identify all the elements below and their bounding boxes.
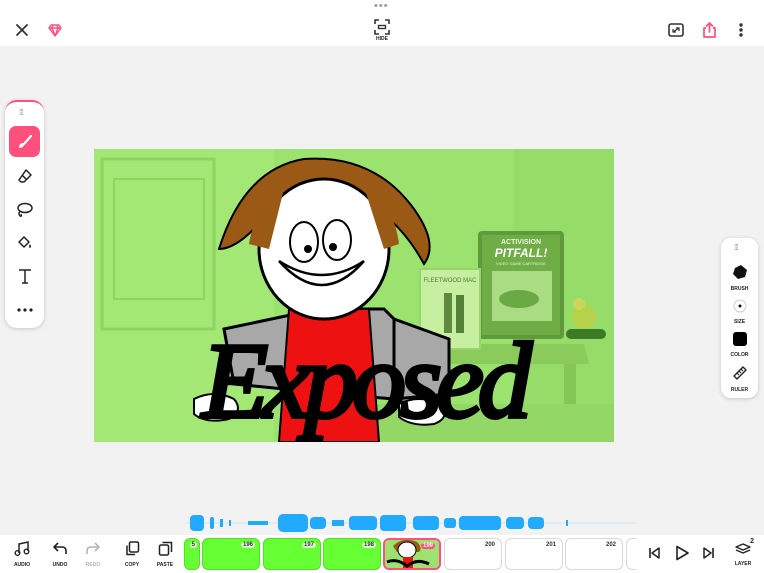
frame-number: 199: [420, 543, 435, 549]
size-label: SIZE: [733, 319, 746, 325]
ruler-button[interactable]: RULER: [721, 365, 758, 393]
exposed-caption: Exposed: [200, 322, 533, 441]
undo-label: UNDO: [52, 562, 68, 568]
share-icon[interactable]: [699, 20, 719, 40]
size-icon: [733, 299, 746, 313]
layers-icon: [735, 543, 751, 554]
record-title: FLEETWOOD MAC: [423, 278, 477, 284]
copy-button[interactable]: COPY: [115, 541, 149, 568]
audio-waveform[interactable]: [186, 513, 636, 533]
size-button[interactable]: SIZE: [721, 299, 758, 325]
resize-icon[interactable]: [666, 21, 686, 39]
close-icon[interactable]: [12, 20, 32, 40]
text-tool[interactable]: [9, 260, 40, 291]
panel-grip-icon[interactable]: ⁞⁞⁞: [734, 243, 739, 252]
poster-brand: ACTIVISION: [501, 239, 541, 246]
brush-panel: ⁞⁞⁞ BRUSH SIZE COLOR RULER: [721, 238, 758, 398]
eraser-tool[interactable]: [9, 160, 40, 191]
play-icon[interactable]: [672, 543, 692, 563]
copy-icon: [125, 541, 139, 556]
paste-label: PASTE: [156, 562, 174, 568]
brush-icon: [18, 134, 32, 148]
eraser-icon: [17, 168, 32, 183]
timeline-frame[interactable]: 197: [263, 538, 321, 570]
timeline-frame[interactable]: 198: [323, 538, 381, 570]
brush-label: BRUSH: [730, 286, 749, 292]
audio-label: AUDIO: [13, 562, 31, 568]
artwork-image: ACTIVISION PITFALL! VIDEO GAME CARTRIDGE…: [94, 149, 614, 442]
timeline-frame[interactable]: 200: [444, 538, 502, 570]
redo-label: REDO: [85, 562, 101, 568]
more-tools-button[interactable]: [9, 294, 40, 325]
hide-icon[interactable]: [372, 18, 392, 36]
paste-button[interactable]: PASTE: [148, 541, 182, 568]
brush-tool[interactable]: [9, 126, 40, 157]
timeline-frame[interactable]: [626, 538, 636, 570]
first-frame-icon[interactable]: [645, 544, 663, 562]
last-frame-icon[interactable]: [700, 544, 718, 562]
lasso-tool[interactable]: [9, 194, 40, 225]
redo-icon: [86, 542, 100, 554]
top-bar: ••• HIDE: [0, 0, 764, 46]
poster-title: PITFALL!: [495, 246, 548, 260]
lasso-icon: [17, 202, 33, 217]
layer-button[interactable]: 2 LAYER: [726, 538, 760, 567]
text-icon: [18, 268, 31, 284]
more-icon[interactable]: [733, 20, 749, 40]
paste-icon: [158, 541, 172, 556]
brush-shape-icon: [732, 265, 747, 279]
hide-label: HIDE: [376, 36, 388, 42]
brush-type-button[interactable]: BRUSH: [721, 264, 758, 292]
timeline-frame[interactable]: 202: [565, 538, 623, 570]
frame-number: 200: [482, 542, 497, 548]
copy-label: COPY: [124, 562, 140, 568]
frame-number: 202: [603, 542, 618, 548]
music-note-icon: [14, 541, 30, 556]
paint-bucket-icon: [18, 235, 31, 248]
ruler-icon: [732, 366, 747, 380]
fill-tool[interactable]: [9, 227, 40, 258]
timeline-frame[interactable]: 196: [202, 538, 260, 570]
audio-button[interactable]: AUDIO: [5, 541, 39, 568]
redo-button[interactable]: REDO: [76, 541, 110, 568]
color-swatch: [732, 332, 747, 346]
undo-button[interactable]: UNDO: [43, 541, 77, 568]
drag-handle-icon[interactable]: •••: [374, 1, 389, 12]
layer-count: 2: [750, 538, 754, 545]
toolbox-grip-icon[interactable]: ⁞⁞⁞: [19, 108, 24, 117]
undo-icon: [53, 542, 67, 554]
more-horizontal-icon: [16, 307, 33, 312]
frame-number: 198: [361, 542, 376, 548]
drawing-canvas[interactable]: ACTIVISION PITFALL! VIDEO GAME CARTRIDGE…: [94, 149, 614, 442]
frame-number: 196: [240, 542, 255, 548]
poster-subtitle: VIDEO GAME CARTRIDGE: [496, 261, 546, 266]
timeline-frame-current[interactable]: 199: [383, 538, 441, 570]
color-label: COLOR: [730, 352, 749, 358]
timeline-frame[interactable]: 5: [184, 538, 200, 570]
gem-icon[interactable]: [46, 21, 64, 39]
ruler-label: RULER: [730, 387, 749, 393]
color-button[interactable]: COLOR: [721, 332, 758, 358]
frame-number: 197: [301, 542, 316, 548]
timeline-frame[interactable]: 201: [505, 538, 563, 570]
toolbox: ⁞⁞⁞: [5, 100, 44, 328]
frame-number: 5: [189, 542, 197, 548]
frame-number: 201: [543, 542, 558, 548]
layer-label: LAYER: [734, 561, 752, 567]
